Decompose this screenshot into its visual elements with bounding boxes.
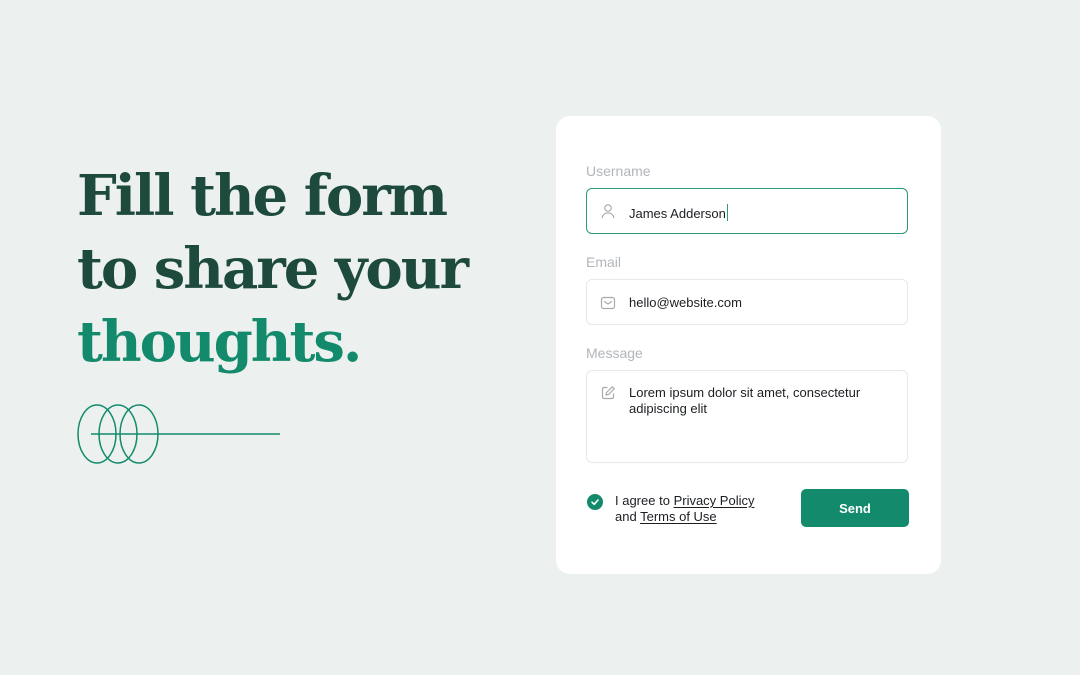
agree-text: I agree to Privacy Policy and Terms of U… [615,493,754,525]
agree-prefix: I agree to [615,493,670,508]
privacy-policy-link[interactable]: Privacy Policy [674,493,755,508]
hero-line-3: thoughts. [77,309,362,375]
username-value: James Adderson [629,206,726,221]
hero-line-1: Fill the form [77,163,448,229]
user-icon [601,204,615,219]
username-field[interactable]: James Adderson [586,188,908,234]
send-button[interactable]: Send [801,489,909,527]
email-label: Email [586,254,622,270]
username-label: Username [586,163,651,179]
agree-checkbox[interactable] [587,494,603,510]
message-value: Lorem ipsum dolor sit amet, consectetur … [629,385,861,416]
message-field[interactable]: Lorem ipsum dolor sit amet, consectetur … [586,370,908,463]
message-label: Message [586,345,643,361]
edit-icon [601,386,615,400]
rings-decoration [77,404,280,464]
email-value: hello@website.com [629,295,742,310]
check-icon [591,499,599,506]
hero-line-2: to share your [77,236,469,302]
email-field[interactable]: hello@website.com [586,279,908,325]
contact-form-card: Username James Adderson Email hello@webs… [556,116,941,574]
agree-terms: I agree to Privacy Policy and Terms of U… [587,493,754,525]
mail-icon [600,296,616,310]
hero-heading: Fill the form to share your thoughts. [77,160,497,379]
agree-and: and [615,509,637,524]
terms-of-use-link[interactable]: Terms of Use [640,509,717,524]
text-caret [726,204,728,221]
